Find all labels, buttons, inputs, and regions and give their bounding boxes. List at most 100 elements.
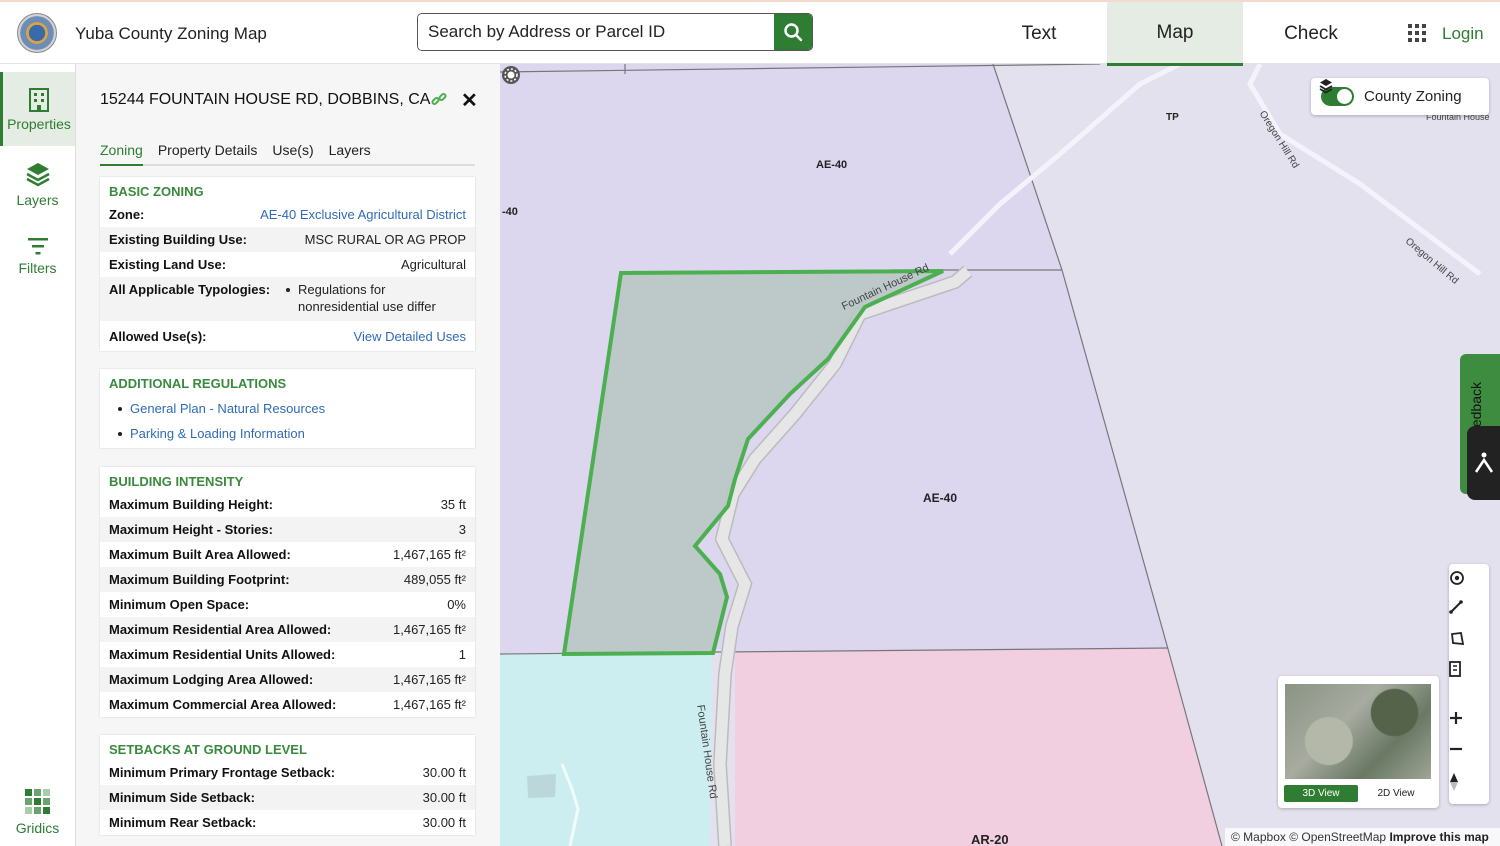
row-label: Minimum Primary Frontage Setback: [109, 765, 336, 780]
row-value: 1,467,165 ft² [393, 672, 466, 687]
accessibility-icon [1474, 452, 1494, 473]
mapbox-attribution[interactable]: © Mapbox [1231, 830, 1286, 844]
sidebar-item-label: Gridics [15, 820, 60, 836]
zone-ar20 [735, 648, 1222, 846]
zone-label: AE-40 [923, 491, 958, 505]
building-icon [1449, 661, 1461, 677]
zone-label: AR-20 [971, 832, 1009, 846]
measure-area-button[interactable] [1449, 631, 1489, 661]
close-icon[interactable]: ✕ [461, 88, 478, 113]
accessibility-button[interactable] [1467, 426, 1500, 500]
map-tools [1449, 564, 1489, 804]
tab-text[interactable]: Text [971, 2, 1107, 66]
search-bar [417, 13, 813, 51]
building-icon [29, 88, 49, 112]
row-label: Maximum Lodging Area Allowed: [109, 672, 314, 687]
osm-attribution[interactable]: © OpenStreetMap [1289, 830, 1386, 844]
row-value: 0% [447, 597, 466, 612]
search-input[interactable] [418, 14, 774, 50]
3d-view-button[interactable]: 3D View [1284, 785, 1358, 802]
plus-icon [1450, 712, 1462, 724]
tab-layers[interactable]: Layers [329, 142, 371, 164]
2d-view-button[interactable]: 2D View [1359, 785, 1433, 802]
zoning-map[interactable]: AE-40 -40 AE-40 AR-20 TP Fountain House … [500, 64, 1500, 846]
tab-check[interactable]: Check [1243, 2, 1379, 66]
sidebar-item-label: Filters [18, 260, 57, 276]
gridics-logo[interactable]: Gridics [0, 788, 75, 836]
table-row: Existing Land Use: Agricultural [100, 252, 475, 277]
row-label: All Applicable Typologies: [109, 282, 271, 297]
table-row: Maximum Height - Stories: 3 [100, 517, 475, 542]
filter-icon [27, 238, 48, 255]
tab-zoning[interactable]: Zoning [100, 142, 143, 166]
county-seal-logo [17, 13, 57, 53]
sidebar-item-filters[interactable]: Filters [0, 236, 75, 276]
row-label: Minimum Rear Setback: [109, 815, 257, 830]
table-row: Zone: AE-40 Exclusive Agricultural Distr… [100, 202, 475, 227]
bullet-icon [286, 288, 290, 292]
satellite-thumbnail[interactable] [1285, 684, 1431, 779]
sidebar-item-layers[interactable]: Layers [0, 162, 75, 208]
basic-zoning-card: BASIC ZONING Zone: AE-40 Exclusive Agric… [100, 177, 475, 351]
sidebar-item-label: Layers [16, 192, 59, 208]
search-button[interactable] [774, 14, 812, 50]
polygon-icon [1451, 632, 1465, 646]
row-value: 30.00 ft [422, 765, 466, 780]
improve-map-link[interactable]: Improve this map [1389, 830, 1488, 844]
regulation-link[interactable]: General Plan - Natural Resources [100, 398, 475, 420]
building-intensity-card: BUILDING INTENSITY Maximum Building Heig… [100, 467, 475, 717]
tab-uses[interactable]: Use(s) [272, 142, 313, 164]
row-label: Maximum Residential Area Allowed: [109, 622, 332, 637]
locate-button[interactable] [1449, 570, 1489, 600]
row-label: Maximum Commercial Area Allowed: [109, 697, 337, 712]
card-title: BUILDING INTENSITY [109, 474, 244, 489]
top-bar: Yuba County Zoning Map Text Map Check Lo… [0, 0, 1500, 66]
table-row: Minimum Open Space: 0% [100, 592, 475, 617]
card-title: BASIC ZONING [109, 184, 204, 199]
locate-icon [1450, 571, 1464, 585]
row-label: Zone: [109, 207, 145, 222]
measure-line-button[interactable] [1449, 600, 1489, 630]
row-label: Existing Land Use: [109, 257, 227, 272]
tab-map[interactable]: Map [1107, 2, 1243, 66]
row-label: Minimum Side Setback: [109, 790, 255, 805]
zone-link[interactable]: AE-40 Exclusive Agricultural District [260, 206, 466, 223]
zoom-out-button[interactable] [1449, 742, 1489, 772]
map-attribution: © Mapbox © OpenStreetMap Improve this ma… [1225, 828, 1500, 846]
table-row: Maximum Building Height: 35 ft [100, 492, 475, 517]
feedback-label: edback [1468, 382, 1484, 428]
row-value: 1,467,165 ft² [393, 622, 466, 637]
sidebar-item-properties[interactable]: Properties [0, 72, 75, 146]
regulation-link[interactable]: Parking & Loading Information [100, 423, 475, 445]
setbacks-card: SETBACKS AT GROUND LEVEL Minimum Primary… [100, 735, 475, 835]
card-title: ADDITIONAL REGULATIONS [109, 376, 287, 391]
zone-label: -40 [502, 206, 518, 218]
tab-property-details[interactable]: Property Details [158, 142, 258, 164]
apps-grid-icon[interactable] [1408, 24, 1426, 42]
layers-icon[interactable] [1319, 78, 1333, 94]
toggle-label: County Zoning [1364, 88, 1462, 105]
zone-label: AE-40 [816, 159, 848, 171]
building-tool-button[interactable] [1449, 661, 1489, 691]
view-detailed-uses-link[interactable]: View Detailed Uses [354, 328, 466, 345]
row-value: 1,467,165 ft² [393, 697, 466, 712]
table-row: Maximum Residential Units Allowed: 1 [100, 642, 475, 667]
row-value: Agricultural [400, 257, 466, 272]
row-value: 30.00 ft [422, 815, 466, 830]
gridics-logo-icon [24, 789, 50, 814]
table-row: Maximum Residential Area Allowed: 1,467,1… [100, 617, 475, 642]
zoom-in-button[interactable] [1449, 711, 1489, 741]
row-label: Existing Building Use: [109, 232, 247, 247]
row-value: 3 [458, 522, 466, 537]
compass-button[interactable] [1449, 772, 1489, 802]
property-panel: 15244 FOUNTAIN HOUSE RD, DOBBINS, CA ✕ Z… [76, 64, 500, 846]
building-footprint [527, 774, 556, 798]
table-row: Minimum Side Setback: 30.00 ft [100, 785, 475, 810]
minus-icon [1450, 747, 1462, 751]
login-link[interactable]: Login [1442, 24, 1484, 44]
gear-icon[interactable] [500, 64, 522, 86]
row-value: Regulations for nonresidential use diffe… [298, 282, 436, 314]
link-icon[interactable] [431, 91, 447, 107]
table-row: Minimum Primary Frontage Setback: 30.00 f… [100, 760, 475, 785]
row-label: Maximum Building Height: [109, 497, 273, 512]
